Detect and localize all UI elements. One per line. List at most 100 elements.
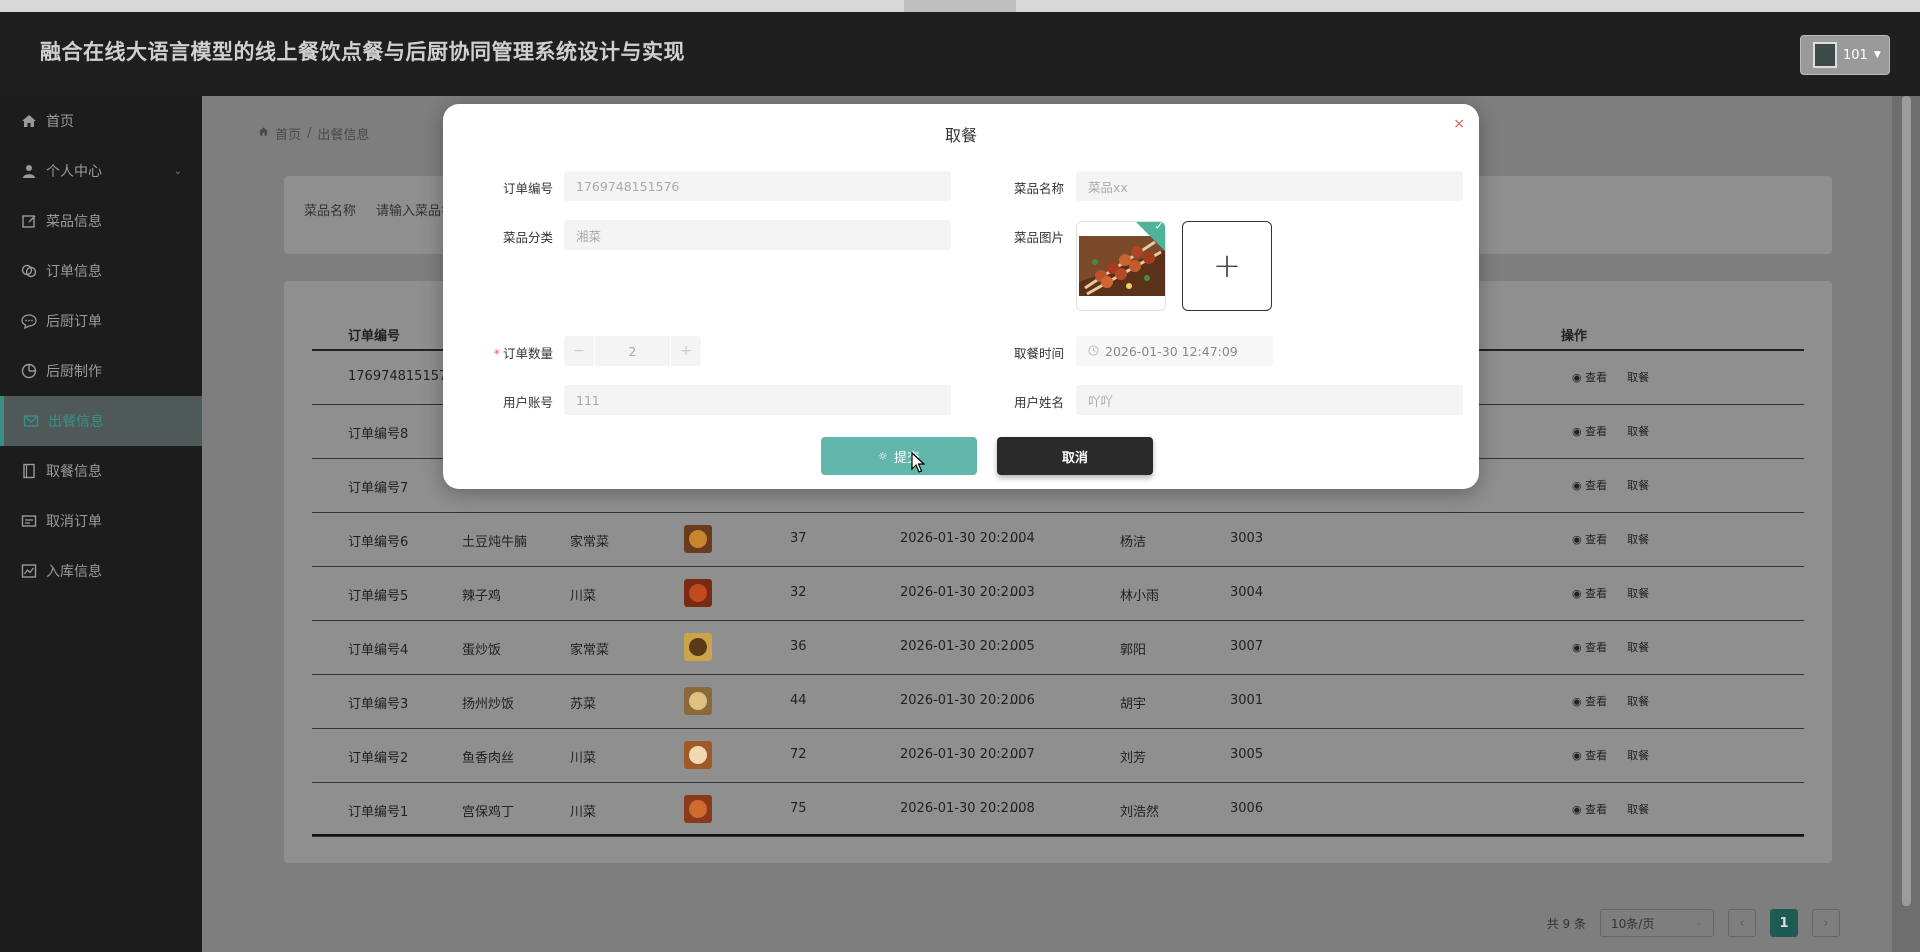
- eye-icon: ◉: [1572, 425, 1586, 438]
- sidebar-item-label: 首页: [46, 114, 74, 130]
- dish-thumbnail: [684, 579, 712, 607]
- dish-name-field[interactable]: 菜品xx: [1076, 171, 1463, 201]
- page-scrollbar[interactable]: [1892, 96, 1920, 952]
- eye-icon: ◉: [1572, 371, 1586, 384]
- sidebar-item-home[interactable]: 首页: [0, 96, 202, 146]
- account-field[interactable]: 111: [564, 385, 951, 415]
- clock-icon: [1088, 344, 1099, 359]
- view-button[interactable]: ◉ 查看: [1572, 693, 1607, 709]
- cell-order-no: 订单编号6: [348, 535, 409, 550]
- cell-category: 苏菜: [570, 697, 597, 712]
- dish-thumbnail: [684, 741, 712, 769]
- pickup-button[interactable]: 取餐: [1627, 369, 1649, 385]
- sidebar-item-kitchen-orders[interactable]: 后厨订单: [0, 296, 202, 346]
- view-button[interactable]: ◉ 查看: [1572, 423, 1607, 439]
- plus-icon: +: [1212, 246, 1242, 286]
- row-actions: ◉ 查看 取餐: [1572, 477, 1649, 493]
- pickup-button[interactable]: 取餐: [1627, 585, 1649, 601]
- order-no-field[interactable]: 1769748151576: [564, 171, 951, 201]
- cell-order-no: 订单编号2: [348, 751, 409, 766]
- prev-page-button[interactable]: ‹: [1728, 909, 1756, 937]
- cell-order-no: 订单编号4: [348, 643, 409, 658]
- user-name-field[interactable]: 吖吖: [1076, 385, 1463, 415]
- view-button[interactable]: ◉ 查看: [1572, 801, 1607, 817]
- close-icon[interactable]: ×: [1453, 116, 1465, 132]
- cell-time: 2026-01-30 20:2…: [900, 531, 1022, 546]
- pickup-time-picker[interactable]: 2026-01-30 12:47:09: [1076, 336, 1273, 366]
- cancel-button[interactable]: 取消: [997, 437, 1153, 475]
- cell-time: 2026-01-30 20:2…: [900, 693, 1022, 708]
- table-row: 订单编号3 扬州炒饭 苏菜 44 2026-01-30 20:2… 006 胡宇 3001 ◉ …: [312, 675, 1804, 729]
- cell-code: 006: [1010, 693, 1035, 708]
- dish-image-thumbnail[interactable]: ✓: [1076, 221, 1166, 311]
- next-page-button[interactable]: ›: [1812, 909, 1840, 937]
- cell-account: 3004: [1230, 585, 1264, 600]
- header-actions: 操作: [1561, 329, 1588, 344]
- view-button[interactable]: ◉ 查看: [1572, 639, 1607, 655]
- pickup-button[interactable]: 取餐: [1627, 747, 1649, 763]
- view-label: 查看: [1585, 641, 1608, 654]
- sidebar-item-cancel-order[interactable]: 取消订单: [0, 496, 202, 546]
- breadcrumb-separator: /: [307, 126, 312, 141]
- cell-time: 2026-01-30 20:2…: [900, 747, 1022, 762]
- cell-order-no: 1769748151576: [348, 369, 456, 384]
- cell-time: 2026-01-30 20:2…: [900, 801, 1022, 816]
- sidebar-item-serving[interactable]: 出餐信息: [0, 396, 202, 446]
- row-actions: ◉ 查看 取餐: [1572, 531, 1649, 547]
- view-button[interactable]: ◉ 查看: [1572, 531, 1607, 547]
- pickup-button[interactable]: 取餐: [1627, 801, 1649, 817]
- row-actions: ◉ 查看 取餐: [1572, 801, 1649, 817]
- scrollbar-thumb[interactable]: [1902, 96, 1911, 906]
- increment-button[interactable]: +: [671, 336, 701, 366]
- quantity-value[interactable]: 2: [594, 336, 671, 366]
- cell-name: 辣子鸡: [462, 589, 502, 604]
- browser-top-strip: [0, 0, 1920, 22]
- quantity-stepper[interactable]: − 2 +: [564, 336, 701, 366]
- page-size-select[interactable]: 10条/页 ⌄: [1600, 909, 1714, 937]
- sidebar-item-label: 个人中心: [46, 164, 102, 180]
- pickup-button[interactable]: 取餐: [1627, 477, 1649, 493]
- avatar: [1813, 42, 1837, 68]
- table-row: 订单编号4 蛋炒饭 家常菜 36 2026-01-30 20:2… 005 郭阳 3007 ◉ …: [312, 621, 1804, 675]
- home-icon: [20, 112, 38, 130]
- row-actions: ◉ 查看 取餐: [1572, 423, 1649, 439]
- order-no-label: 订单编号: [502, 181, 553, 196]
- breadcrumb-home[interactable]: 首页: [275, 124, 301, 143]
- decrement-button[interactable]: −: [564, 336, 594, 366]
- sidebar: 首页 个人中心 ⌄ 菜品信息 订单信息 后厨订单 后厨制作 出餐信息 取餐信息 …: [0, 96, 202, 952]
- view-label: 查看: [1585, 749, 1608, 762]
- cell-time: 2026-01-30 20:2…: [900, 639, 1022, 654]
- sidebar-item-dishes[interactable]: 菜品信息: [0, 196, 202, 246]
- view-button[interactable]: ◉ 查看: [1572, 585, 1607, 601]
- sidebar-item-pickup[interactable]: 取餐信息: [0, 446, 202, 496]
- pickup-button[interactable]: 取餐: [1627, 639, 1649, 655]
- sidebar-item-label: 后厨制作: [46, 364, 102, 380]
- table-bottom-border: [312, 834, 1804, 836]
- required-mark: *: [493, 346, 500, 361]
- pie-icon: [20, 362, 38, 380]
- table-row: 订单编号5 辣子鸡 川菜 32 2026-01-30 20:2… 003 林小雨 3004 ◉ …: [312, 567, 1804, 621]
- pickup-button[interactable]: 取餐: [1627, 423, 1649, 439]
- view-button[interactable]: ◉ 查看: [1572, 369, 1607, 385]
- user-name-label: 用户姓名: [1013, 395, 1064, 410]
- sidebar-item-inventory[interactable]: 入库信息: [0, 546, 202, 596]
- page-number-button[interactable]: 1: [1770, 909, 1798, 937]
- view-button[interactable]: ◉ 查看: [1572, 477, 1607, 493]
- submit-button[interactable]: ☼ 提交: [821, 437, 977, 475]
- sidebar-item-profile[interactable]: 个人中心 ⌄: [0, 146, 202, 196]
- cell-account: 3005: [1230, 747, 1264, 762]
- dish-thumbnail: [684, 795, 712, 823]
- app-header: 融合在线大语言模型的线上餐饮点餐与后厨协同管理系统设计与实现 101 ▼: [0, 12, 1920, 96]
- category-field[interactable]: 湘菜: [564, 220, 951, 250]
- cell-account: 3003: [1230, 531, 1264, 546]
- pagination: 共 9 条 10条/页 ⌄ ‹ 1 ›: [1547, 908, 1840, 938]
- breadcrumb-current: 出餐信息: [317, 128, 370, 143]
- cell-user-name: 林小雨: [1120, 589, 1160, 604]
- sidebar-item-orders[interactable]: 订单信息: [0, 246, 202, 296]
- view-button[interactable]: ◉ 查看: [1572, 747, 1607, 763]
- image-upload-button[interactable]: +: [1182, 221, 1272, 311]
- pickup-button[interactable]: 取餐: [1627, 693, 1649, 709]
- sidebar-item-kitchen-production[interactable]: 后厨制作: [0, 346, 202, 396]
- pickup-button[interactable]: 取餐: [1627, 531, 1649, 547]
- user-menu-button[interactable]: 101 ▼: [1800, 35, 1890, 75]
